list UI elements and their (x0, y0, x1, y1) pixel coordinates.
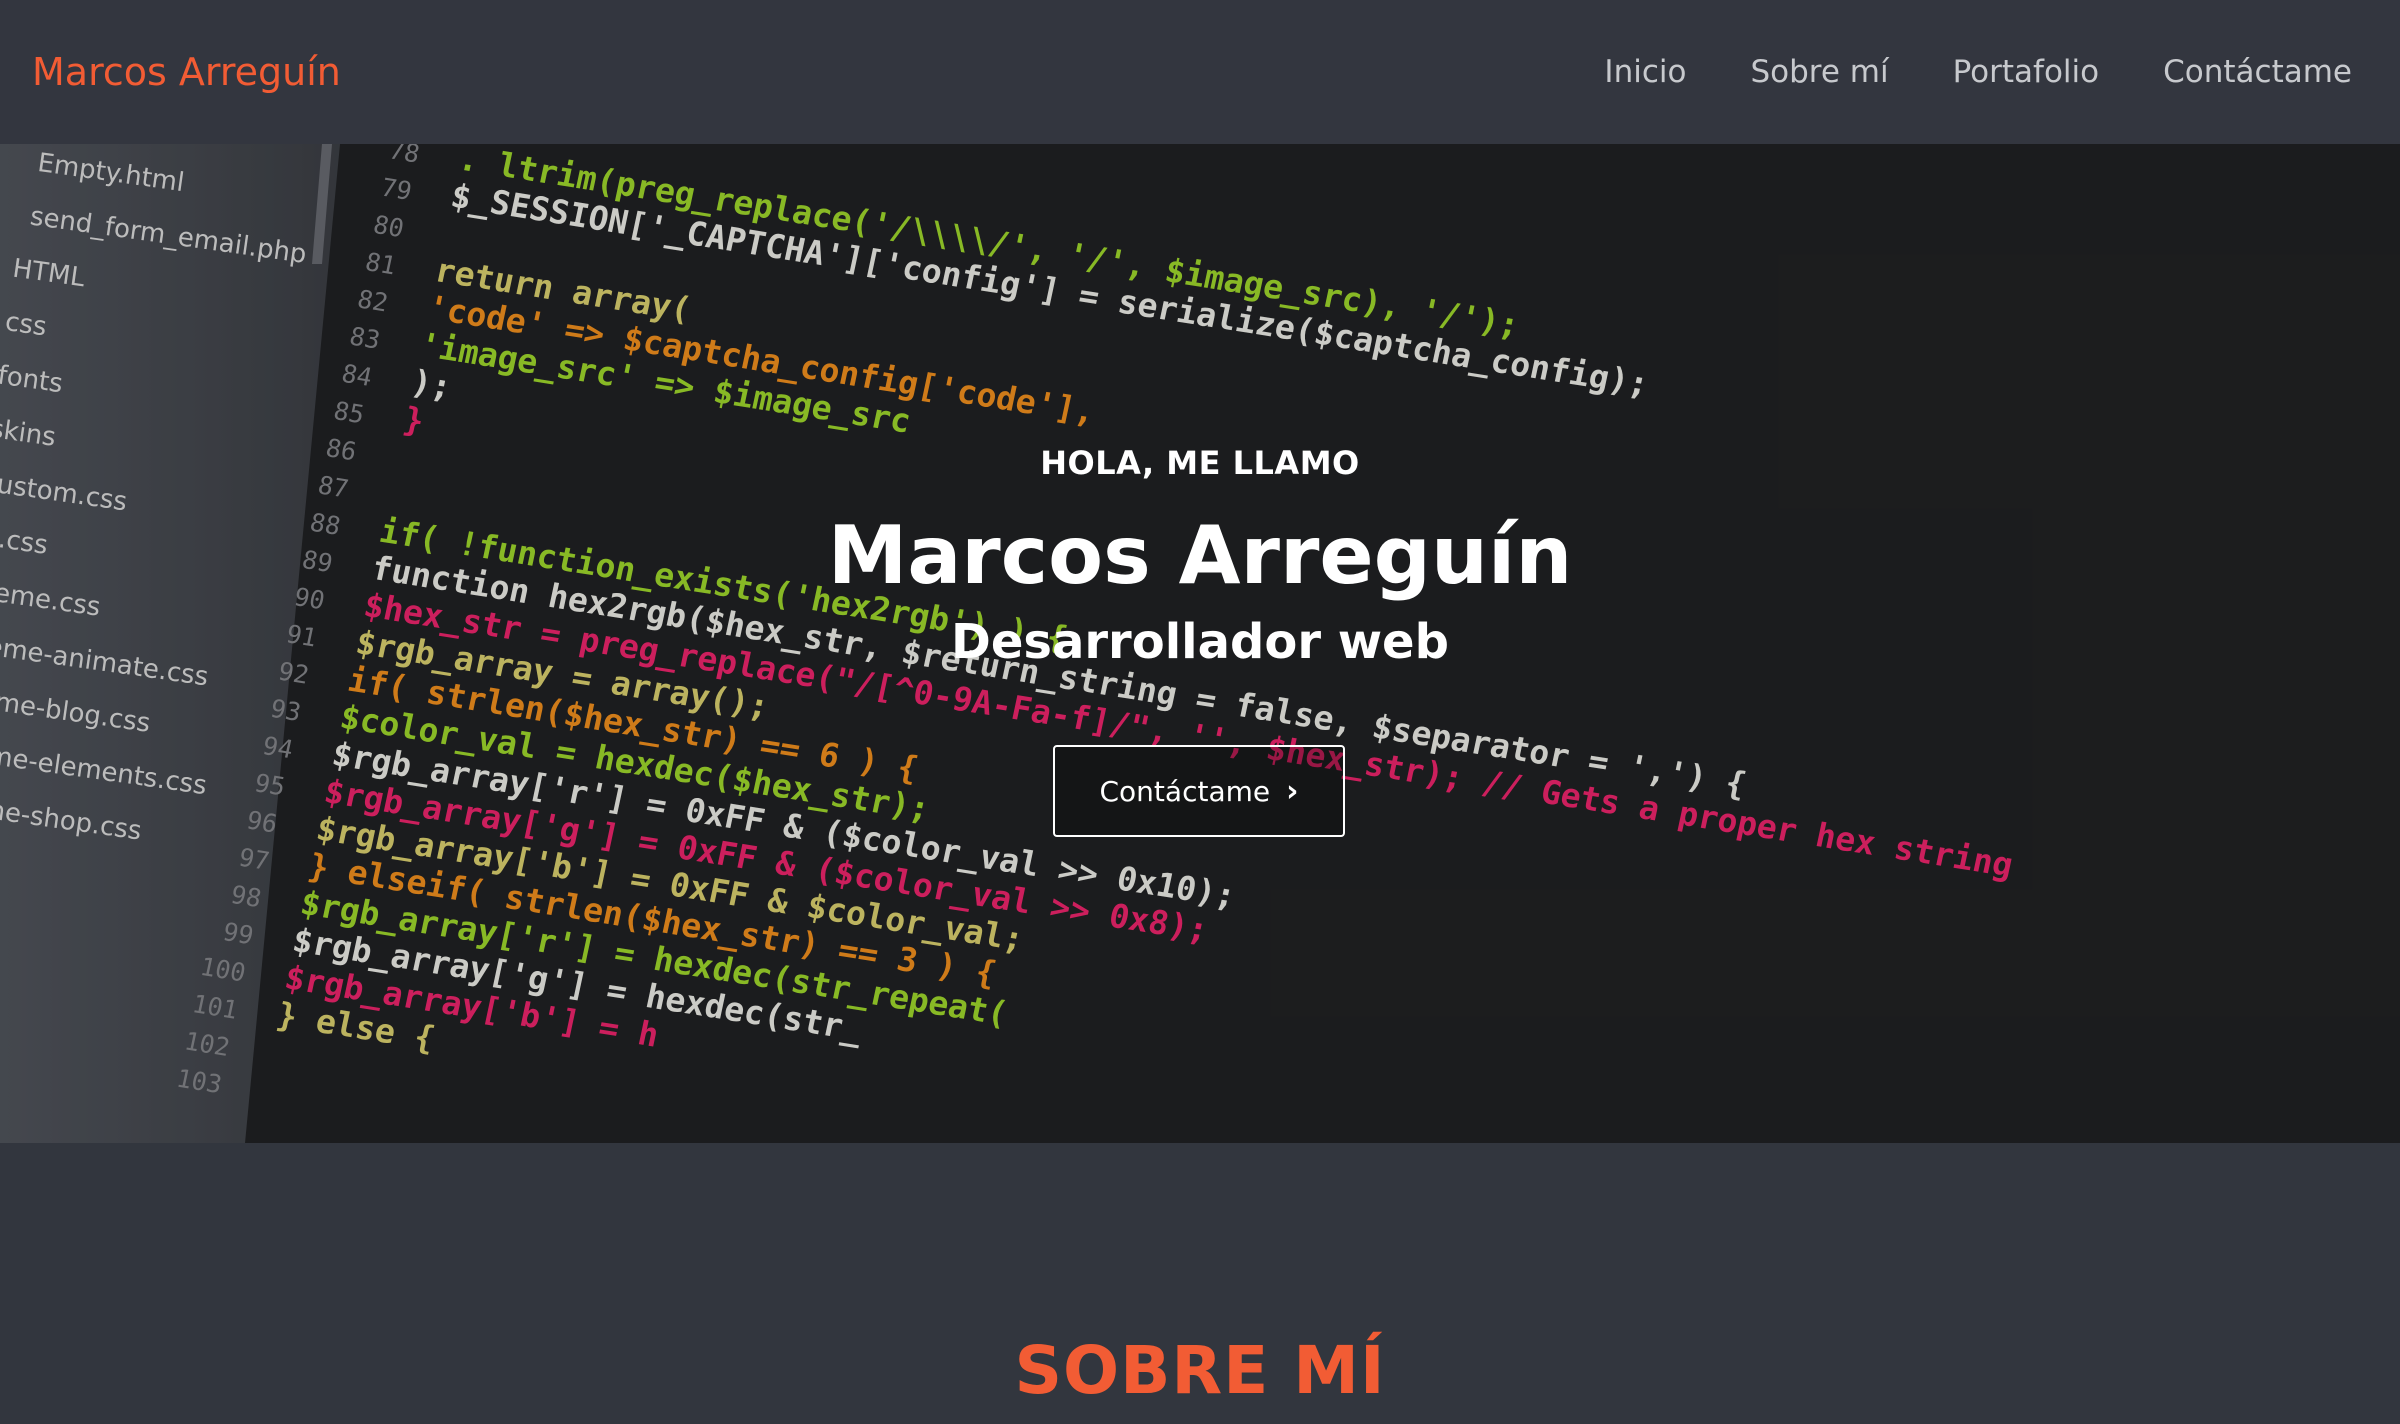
about-section-title: SOBRE MÍ (1014, 1332, 1386, 1409)
nav-link-inicio[interactable]: Inicio (1604, 54, 1686, 90)
nav-link-sobre-mi[interactable]: Sobre mí (1750, 54, 1888, 90)
hero-role: Desarrollador web (951, 614, 1449, 670)
brand-logo-link[interactable]: Marcos Arreguín (32, 50, 341, 94)
contact-cta-label: Contáctame (1099, 774, 1271, 808)
contact-cta-button[interactable]: Contáctame › (1053, 745, 1345, 837)
hero-greeting: HOLA, ME LLAMO (1040, 444, 1360, 482)
nav-links: Inicio Sobre mí Portafolio Contáctame (1604, 54, 2352, 90)
hero-section: Empty.htmlsend_form_email.phpHTMLcssfont… (0, 144, 2400, 1143)
nav-link-contactame[interactable]: Contáctame (2163, 54, 2352, 90)
navbar: Marcos Arreguín Inicio Sobre mí Portafol… (0, 0, 2400, 144)
hero-content: HOLA, ME LLAMO Marcos Arreguín Desarroll… (0, 144, 2400, 1143)
hero-name: Marcos Arreguín (827, 509, 1573, 602)
nav-link-portafolio[interactable]: Portafolio (1953, 54, 2100, 90)
chevron-right-icon: › (1286, 773, 1299, 809)
